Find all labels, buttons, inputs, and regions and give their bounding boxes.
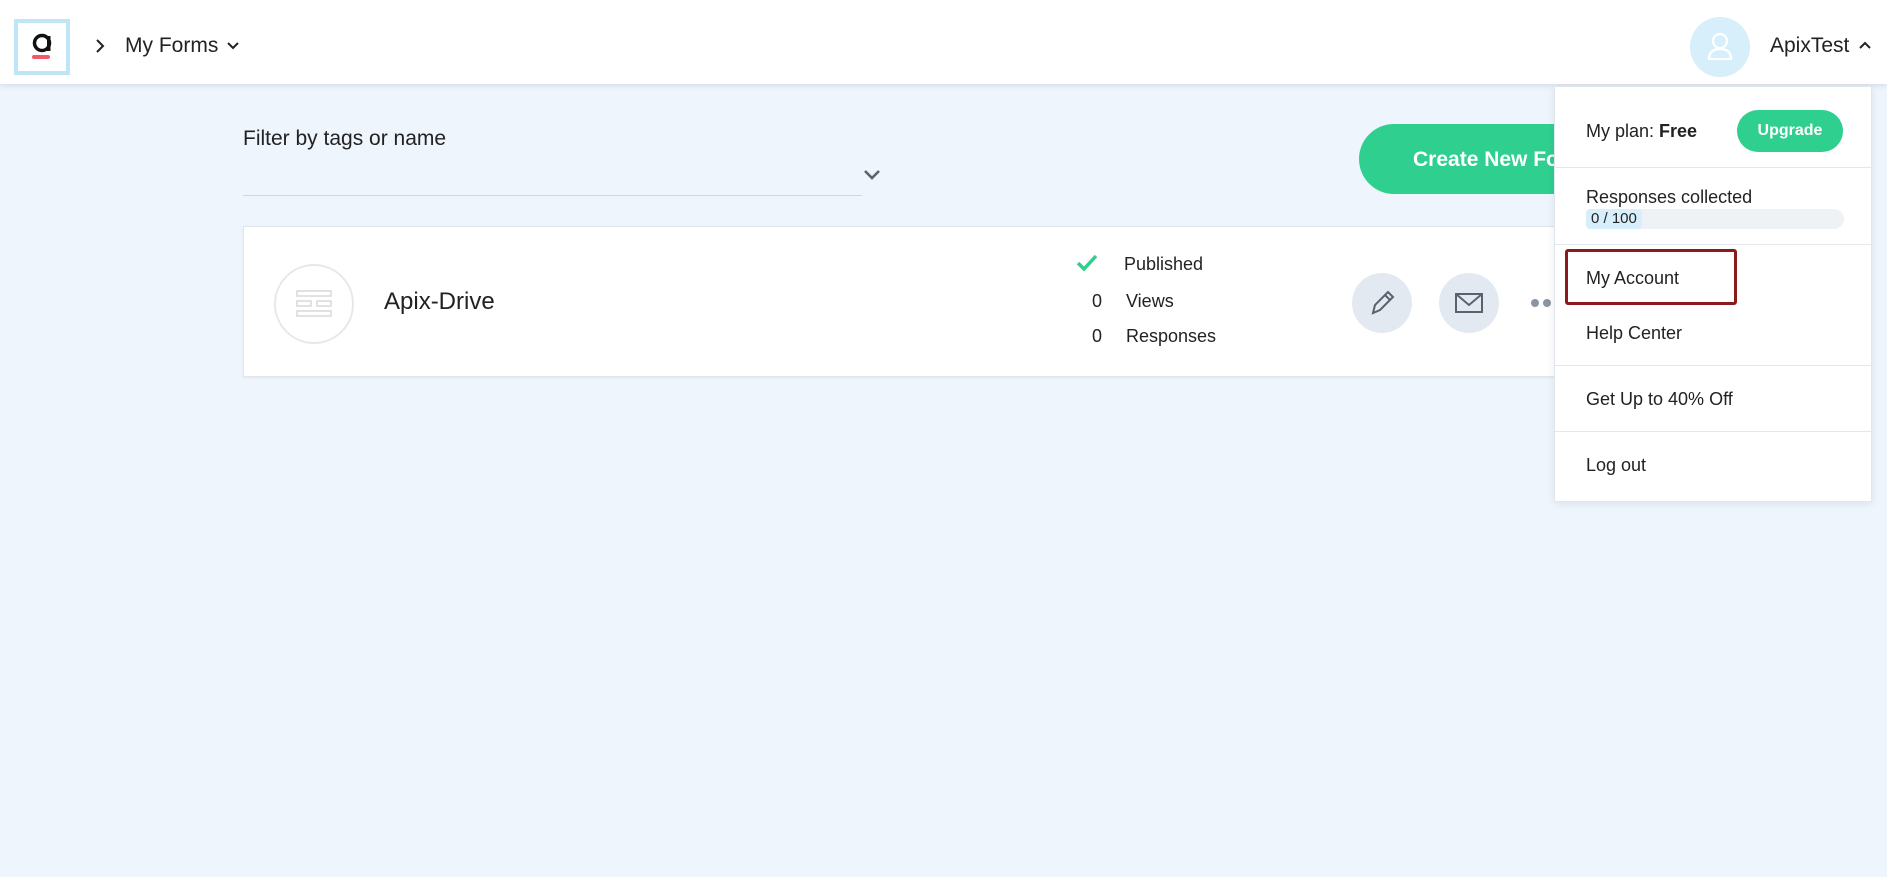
plan-label: My plan: Free xyxy=(1586,121,1698,141)
divider xyxy=(1555,167,1871,168)
avatar[interactable] xyxy=(1690,17,1750,77)
chevron-down-icon[interactable] xyxy=(226,40,240,52)
responses-label: Responses xyxy=(1126,326,1217,346)
form-layout-icon xyxy=(296,290,332,317)
form-thumbnail xyxy=(274,264,354,344)
responses-count: 0 xyxy=(1092,326,1103,346)
upgrade-button[interactable]: Upgrade xyxy=(1737,110,1843,152)
filter-input[interactable] xyxy=(243,195,862,196)
top-bar: My Forms ApixTest xyxy=(0,0,1887,84)
responses-progress-text: 0 / 100 xyxy=(1586,209,1642,229)
share-form-button[interactable] xyxy=(1439,273,1499,333)
logo-icon xyxy=(32,33,52,59)
chevron-up-icon[interactable] xyxy=(1858,39,1872,51)
check-icon xyxy=(1076,254,1098,272)
chevron-down-icon[interactable] xyxy=(862,165,882,185)
form-name[interactable]: Apix-Drive xyxy=(384,288,495,316)
chevron-right-icon xyxy=(96,39,105,53)
user-icon xyxy=(1707,32,1733,61)
divider xyxy=(1555,365,1871,366)
menu-item-log-out[interactable]: Log out xyxy=(1586,455,1646,476)
plan-name: Free xyxy=(1659,121,1698,141)
divider xyxy=(1555,244,1871,245)
menu-item-discount[interactable]: Get Up to 40% Off xyxy=(1586,389,1733,410)
envelope-icon xyxy=(1455,293,1483,313)
responses-collected-label: Responses collected xyxy=(1586,187,1753,207)
responses-progress-bar: 0 / 100 xyxy=(1586,209,1844,229)
user-dropdown-menu: My plan: Free Upgrade Responses collecte… xyxy=(1554,86,1872,502)
form-card[interactable]: Apix-Drive Published 0 Views 0 Responses xyxy=(243,226,1623,377)
pencil-icon xyxy=(1371,290,1395,315)
edit-form-button[interactable] xyxy=(1352,273,1412,333)
status-badge: Published xyxy=(1124,254,1204,274)
views-label: Views xyxy=(1126,291,1174,311)
filter-label: Filter by tags or name xyxy=(243,127,447,150)
menu-item-help-center[interactable]: Help Center xyxy=(1586,323,1682,344)
menu-item-my-account[interactable]: My Account xyxy=(1586,268,1679,289)
app-logo[interactable] xyxy=(14,19,70,75)
divider xyxy=(1555,431,1871,432)
breadcrumb-title[interactable]: My Forms xyxy=(125,34,218,58)
user-name[interactable]: ApixTest xyxy=(1770,34,1849,58)
views-count: 0 xyxy=(1092,291,1103,311)
